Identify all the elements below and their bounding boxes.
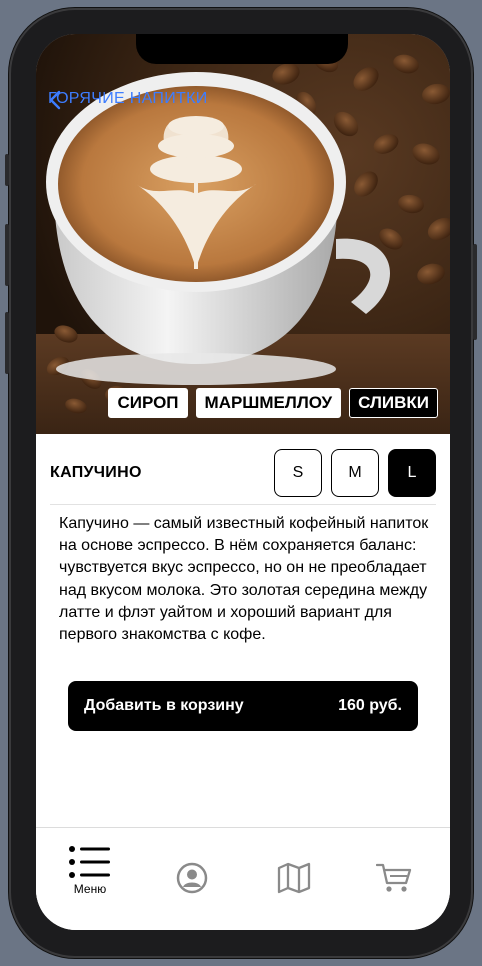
- tab-bar: Меню: [36, 827, 450, 930]
- back-label: ГОРЯЧИЕ НАПИТКИ: [48, 90, 208, 107]
- add-to-cart-button[interactable]: Добавить в корзину 160 руб.: [68, 681, 418, 731]
- mute-switch: [5, 154, 9, 186]
- power-button: [473, 244, 477, 340]
- price-label: 160 руб.: [338, 697, 402, 714]
- tab-cart[interactable]: [354, 862, 434, 930]
- size-m-button[interactable]: M: [331, 449, 379, 497]
- profile-icon: [176, 862, 208, 894]
- size-s-button[interactable]: S: [274, 449, 322, 497]
- product-photo: ГОРЯЧИЕ НАПИТКИ СИРОП МАРШМЕЛЛОУ СЛИВКИ: [36, 34, 450, 434]
- cart-icon: [376, 863, 412, 892]
- menu-list-icon: [69, 846, 110, 878]
- tab-map[interactable]: [254, 862, 334, 930]
- product-header: КАПУЧИНО S M L: [50, 442, 436, 505]
- app-screen: ГОРЯЧИЕ НАПИТКИ СИРОП МАРШМЕЛЛОУ СЛИВКИ …: [36, 34, 450, 930]
- back-button[interactable]: ГОРЯЧИЕ НАПИТКИ: [48, 90, 208, 110]
- notch: [136, 34, 348, 64]
- addon-syrup[interactable]: СИРОП: [108, 388, 188, 418]
- tab-menu[interactable]: Меню: [50, 846, 130, 926]
- size-l-button[interactable]: L: [388, 449, 436, 497]
- volume-down-button: [5, 312, 9, 374]
- volume-up-button: [5, 224, 9, 286]
- chevron-left-icon: [49, 90, 61, 110]
- size-selector: S M L: [274, 449, 436, 497]
- addon-marshmallow[interactable]: МАРШМЕЛЛОУ: [195, 388, 342, 418]
- addon-options: СИРОП МАРШМЕЛЛОУ СЛИВКИ: [108, 388, 438, 418]
- product-title: КАПУЧИНО: [50, 464, 142, 481]
- map-icon: [277, 862, 311, 894]
- add-to-cart-label: Добавить в корзину: [84, 697, 244, 714]
- tab-menu-label: Меню: [73, 882, 107, 896]
- addon-cream[interactable]: СЛИВКИ: [349, 388, 438, 418]
- product-description: Капучино — самый известный кофейный напи…: [59, 515, 429, 644]
- tab-profile[interactable]: [152, 862, 232, 930]
